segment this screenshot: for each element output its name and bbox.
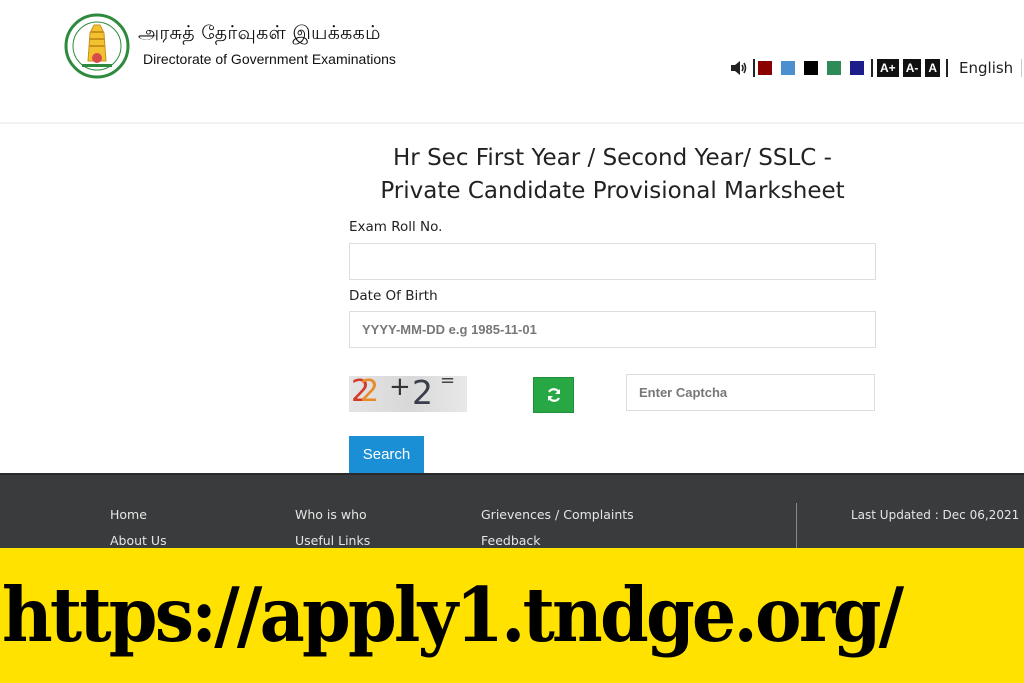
site-footer: Home About Us Who is who Useful Links Gr…: [0, 473, 1024, 553]
captcha-char: +: [389, 376, 411, 402]
dob-input[interactable]: [349, 311, 876, 348]
captcha-char: 2: [360, 376, 380, 409]
footer-link-who-is-who[interactable]: Who is who: [295, 507, 367, 522]
font-reset-button[interactable]: A: [925, 59, 941, 77]
roll-number-label: Exam Roll No.: [349, 219, 443, 235]
captcha-input[interactable]: [626, 374, 875, 411]
theme-navy-button[interactable]: [850, 61, 864, 75]
tamil-nadu-emblem-icon: [64, 13, 130, 79]
toolbar-divider: [753, 59, 755, 77]
search-button[interactable]: Search: [349, 436, 424, 473]
banner-url-text: https://apply1.tndge.org/: [2, 571, 904, 659]
theme-maroon-button[interactable]: [758, 61, 772, 75]
site-title-tamil: அரசுத் தேர்வுகள் இயக்ககம்: [138, 22, 381, 44]
dob-label: Date Of Birth: [349, 288, 438, 304]
font-increase-button[interactable]: A+: [877, 59, 899, 77]
captcha-image: 2 2 + 2 =: [349, 376, 467, 412]
theme-green-button[interactable]: [827, 61, 841, 75]
last-updated-text: Last Updated : Dec 06,2021: [851, 508, 1020, 522]
page-title-line2: Private Candidate Provisional Marksheet: [380, 178, 845, 204]
roll-number-input[interactable]: [349, 243, 876, 280]
theme-black-button[interactable]: [804, 61, 818, 75]
theme-blue-button[interactable]: [781, 61, 795, 75]
language-toggle[interactable]: English: [959, 59, 1013, 77]
url-banner: https://apply1.tndge.org/: [0, 548, 1024, 683]
site-header: அரசுத் தேர்வுகள் இயக்ககம் Directorate of…: [0, 0, 1024, 124]
captcha-refresh-button[interactable]: [533, 377, 574, 413]
footer-link-feedback[interactable]: Feedback: [481, 533, 541, 548]
font-decrease-button[interactable]: A-: [902, 59, 922, 77]
footer-link-useful-links[interactable]: Useful Links: [295, 533, 370, 548]
site-title-english: Directorate of Government Examinations: [143, 51, 396, 67]
footer-link-about-us[interactable]: About Us: [110, 533, 167, 548]
toolbar-divider: [871, 59, 873, 77]
accessibility-toolbar: A+ A- A English: [730, 58, 1023, 78]
page-title: Hr Sec First Year / Second Year/ SSLC - …: [340, 142, 885, 208]
footer-link-grievances[interactable]: Grievences / Complaints: [481, 507, 634, 522]
footer-link-home[interactable]: Home: [110, 507, 147, 522]
toolbar-divider: [946, 59, 949, 77]
speaker-icon[interactable]: [730, 60, 748, 76]
captcha-char: =: [440, 376, 456, 391]
toolbar-divider: [1021, 59, 1023, 77]
page-title-line1: Hr Sec First Year / Second Year/ SSLC -: [393, 145, 832, 171]
captcha-char: 2: [412, 376, 433, 412]
refresh-icon: [547, 388, 560, 402]
footer-divider: [796, 503, 797, 553]
